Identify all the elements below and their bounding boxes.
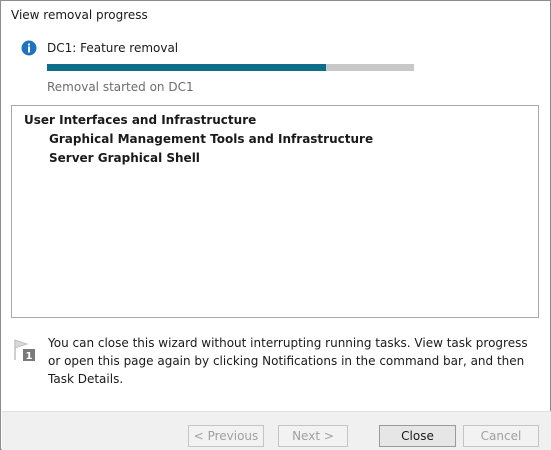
progress-fill: [47, 64, 326, 71]
close-button[interactable]: Close: [379, 425, 456, 447]
removal-progress-bar: [47, 64, 414, 71]
button-bar: < Previous Next > Close Cancel: [2, 411, 551, 450]
notification-badge-count: 1: [26, 351, 33, 362]
previous-button[interactable]: < Previous: [188, 425, 264, 447]
info-icon: [21, 40, 37, 56]
status-text: Removal started on DC1: [47, 80, 194, 94]
results-panel: User Interfaces and Infrastructure Graph…: [11, 105, 539, 318]
next-button[interactable]: Next >: [278, 425, 348, 447]
result-item-root: User Interfaces and Infrastructure: [24, 113, 257, 127]
page-title: View removal progress: [11, 8, 148, 22]
result-item: Graphical Management Tools and Infrastru…: [49, 132, 374, 146]
cancel-button[interactable]: Cancel: [463, 425, 539, 447]
wizard-window: View removal progress DC1: Feature remov…: [0, 0, 551, 450]
result-item: Server Graphical Shell: [49, 151, 200, 165]
notice-text: You can close this wizard without interr…: [48, 336, 528, 386]
notification-flag-icon: 1: [14, 339, 35, 362]
task-title: DC1: Feature removal: [47, 41, 179, 55]
